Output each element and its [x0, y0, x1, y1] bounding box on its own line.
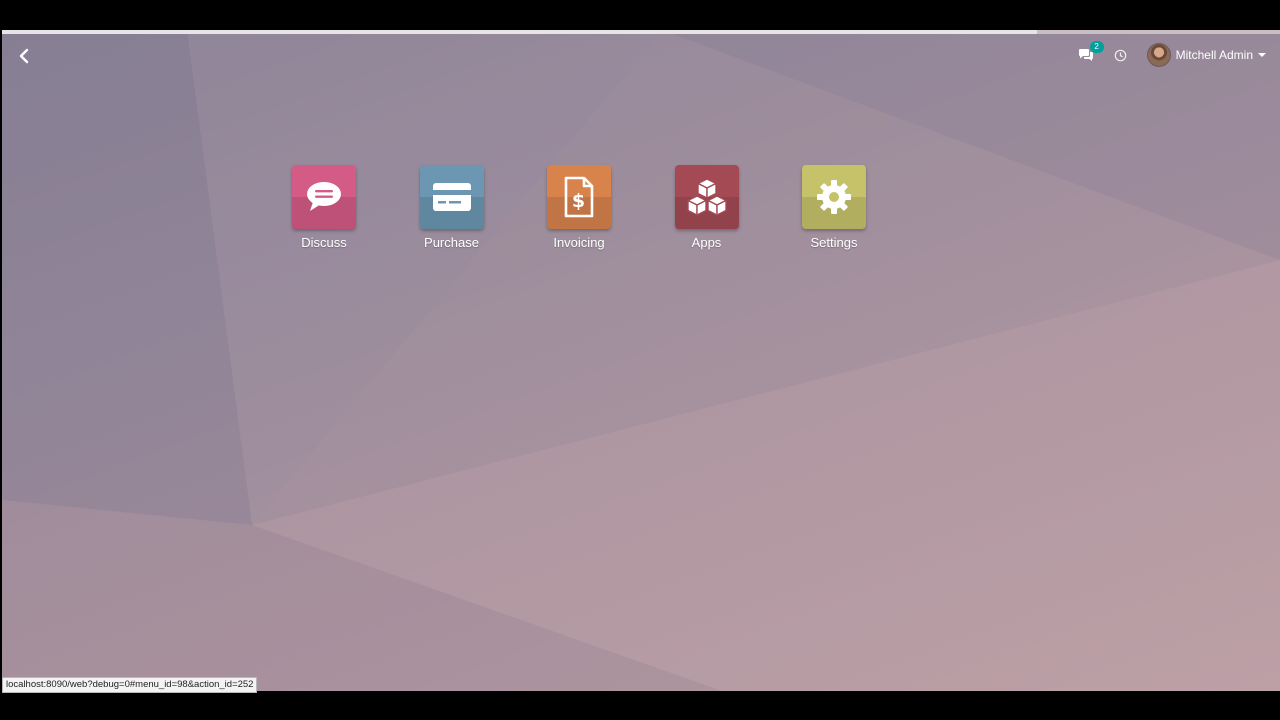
app-label: Settings [810, 235, 858, 250]
back-button[interactable] [12, 44, 36, 68]
app-icon-invoicing: $ [547, 165, 611, 229]
systray: 2 Mitchell Admin [1078, 40, 1266, 70]
app-icon-purchase [419, 165, 484, 229]
cubes-icon [686, 178, 727, 216]
screen: 2 Mitchell Admin Discuss Purchase $ Invo… [0, 0, 1280, 720]
app-purchase[interactable]: Purchase [401, 165, 503, 250]
messaging-menu[interactable]: 2 [1078, 41, 1104, 62]
chat-badge: 2 [1089, 41, 1104, 53]
app-discuss[interactable]: Discuss [273, 165, 375, 250]
activity-menu[interactable] [1114, 49, 1127, 62]
background-facets [2, 30, 1280, 691]
apps-grid: Discuss Purchase $ Invoicing Apps Settin… [273, 165, 911, 250]
app-label: Discuss [301, 235, 347, 250]
loading-bar-track [1037, 30, 1280, 34]
loading-bar [2, 30, 1037, 34]
app-icon-settings [802, 165, 866, 229]
app-invoicing[interactable]: $ Invoicing [528, 165, 630, 250]
svg-text:$: $ [572, 190, 585, 212]
clock-icon [1114, 49, 1126, 61]
user-menu[interactable]: Mitchell Admin [1146, 43, 1266, 67]
invoice-dollar-icon: $ [564, 176, 594, 218]
app-icon-discuss [292, 165, 356, 229]
app-settings[interactable]: Settings [783, 165, 885, 250]
status-bar-url: localhost:8090/web?debug=0#menu_id=98&ac… [2, 677, 258, 693]
user-name: Mitchell Admin [1175, 48, 1253, 62]
app-label: Invoicing [553, 235, 605, 250]
chevron-left-icon [19, 48, 29, 64]
app-label: Purchase [424, 235, 479, 250]
speech-bubble-icon [307, 182, 341, 211]
home-menu: 2 Mitchell Admin Discuss Purchase $ Invo… [2, 30, 1280, 691]
gear-icon [817, 180, 851, 214]
caret-down-icon [1258, 53, 1266, 57]
app-apps[interactable]: Apps [656, 165, 758, 250]
app-label: Apps [691, 235, 722, 250]
credit-card-icon [432, 183, 471, 211]
app-icon-apps [674, 165, 739, 229]
avatar [1146, 43, 1171, 67]
